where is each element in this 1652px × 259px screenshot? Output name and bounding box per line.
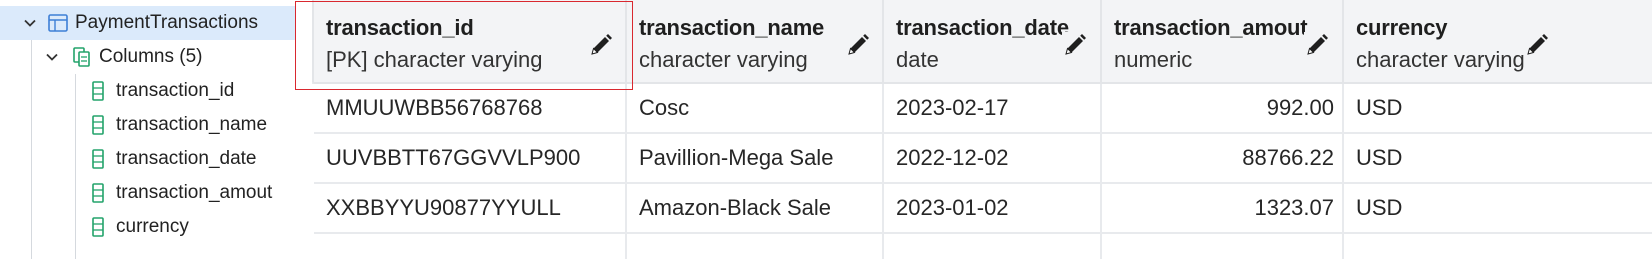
data-output-grid: transaction_id [PK] character varying tr… [312,0,1652,259]
tree-node-columns[interactable]: Columns (5) [0,40,312,74]
column-header-type: character varying [639,47,808,72]
tree-node-column[interactable]: transaction_amout [0,176,312,210]
tree-node-column-label: transaction_name [116,114,268,135]
pencil-icon[interactable] [1524,32,1550,58]
pencil-icon[interactable] [1062,32,1088,58]
column-header-transaction-amout[interactable]: transaction_amout numeric [1102,0,1344,84]
table-cell[interactable]: Pavillion-Mega Sale [627,134,884,184]
table-cell[interactable]: 992.00 [1102,84,1344,134]
column-header-name: transaction_name [639,15,825,40]
column-header-type: numeric [1114,47,1193,72]
tree-node-column[interactable]: transaction_date [0,142,312,176]
column-header-transaction-id[interactable]: transaction_id [PK] character varying [314,0,627,84]
chevron-down-icon[interactable] [45,50,59,64]
column-icon [88,81,108,101]
table-cell[interactable] [1344,234,1652,259]
tree-node-column-label: currency [116,216,189,237]
table-cell[interactable]: 2022-12-02 [884,134,1102,184]
columns-icon [72,47,92,67]
table-cell[interactable]: Amazon-Black Sale [627,184,884,234]
table-cell[interactable] [1102,234,1344,259]
pencil-icon[interactable] [588,32,614,58]
column-header-type: character varying [1356,47,1525,72]
tree-node-column[interactable]: currency [0,210,312,244]
column-header-transaction-date[interactable]: transaction_date date [884,0,1102,84]
tree-node-column-label: transaction_date [116,148,257,169]
column-header-name: currency [1356,15,1448,40]
table-icon [48,13,68,33]
pencil-icon[interactable] [845,32,871,58]
table-cell[interactable]: Cosc [627,84,884,134]
table-cell[interactable]: 2023-01-02 [884,184,1102,234]
column-header-type: [PK] character varying [326,47,543,72]
tree-node-table-label: PaymentTransactions [75,12,259,33]
tree-node-column-label: transaction_amout [116,182,273,203]
table-cell[interactable] [884,234,1102,259]
column-header-type: date [896,47,939,72]
column-header-currency[interactable]: currency character varying [1344,0,1652,84]
tree-node-column[interactable]: transaction_id [0,74,312,108]
column-icon [88,183,108,203]
column-icon [88,217,108,237]
table-cell[interactable]: XXBBYYU90877YYULL [314,184,627,234]
table-cell[interactable]: 1323.07 [1102,184,1344,234]
column-header-name: transaction_amout [1114,15,1308,40]
tree-node-column[interactable]: transaction_name [0,108,312,142]
table-cell[interactable]: UUVBBTT67GGVVLP900 [314,134,627,184]
table-cell[interactable]: USD [1344,184,1652,234]
pencil-icon[interactable] [1304,32,1330,58]
column-header-name: transaction_date [896,15,1069,40]
tree-node-columns-label: Columns (5) [99,46,203,67]
table-cell[interactable]: MMUUWBB56768768 [314,84,627,134]
table-cell[interactable] [314,234,627,259]
object-explorer-tree: PaymentTransactions Columns (5) transact… [0,0,312,259]
tree-node-table[interactable]: PaymentTransactions [0,6,296,40]
table-cell[interactable]: USD [1344,84,1652,134]
table-cell[interactable]: USD [1344,134,1652,184]
column-header-transaction-name[interactable]: transaction_name character varying [627,0,884,84]
table-cell[interactable] [627,234,884,259]
table-cell[interactable]: 2023-02-17 [884,84,1102,134]
column-icon [88,115,108,135]
chevron-down-icon[interactable] [23,16,37,30]
table-cell[interactable]: 88766.22 [1102,134,1344,184]
tree-node-column-label: transaction_id [116,80,235,101]
column-icon [88,149,108,169]
column-header-name: transaction_id [326,15,474,40]
